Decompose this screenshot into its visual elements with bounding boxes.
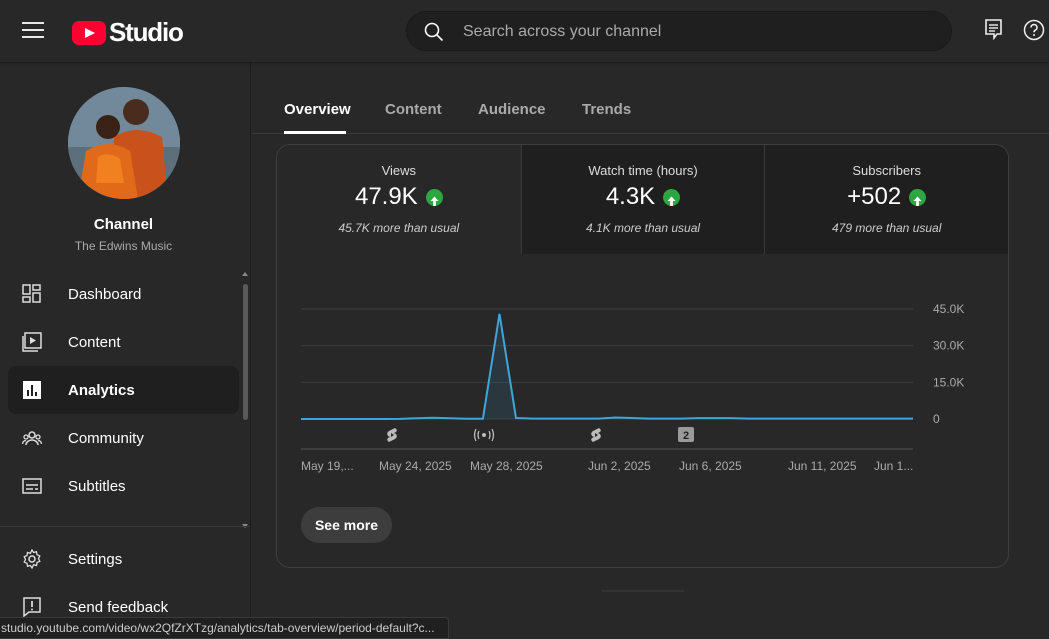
sidebar-item-label: Dashboard xyxy=(68,285,142,303)
metric-label: Watch time (hours) xyxy=(588,163,698,178)
search-input[interactable] xyxy=(463,20,923,44)
sidebar-scroll-thumb[interactable] xyxy=(243,284,248,420)
metric-views[interactable]: Views 47.9K 45.7K more than usual xyxy=(277,145,521,254)
analytics-icon xyxy=(23,381,41,399)
dashboard-icon xyxy=(22,284,41,303)
tab-overview[interactable]: Overview xyxy=(284,101,351,118)
feedback-icon xyxy=(23,597,41,617)
search-box[interactable] xyxy=(406,11,952,51)
y-tick-label: 30.0K xyxy=(933,339,964,353)
sidebar-nav: Dashboard Content Analytics Community Su… xyxy=(8,270,239,510)
sidebar-item-analytics[interactable]: Analytics xyxy=(8,366,239,414)
help-icon[interactable] xyxy=(1023,19,1045,41)
x-tick-label: Jun 6, 2025 xyxy=(679,459,742,473)
see-more-button[interactable]: See more xyxy=(301,507,392,543)
tab-audience[interactable]: Audience xyxy=(478,101,546,118)
shorts-icon xyxy=(591,428,601,442)
hamburger-menu-icon[interactable] xyxy=(22,22,44,40)
sidebar-item-label: Send feedback xyxy=(68,598,169,616)
content-separator xyxy=(602,590,684,592)
metric-subscribers[interactable]: Subscribers +502 479 more than usual xyxy=(764,145,1008,254)
sidebar-item-label: Content xyxy=(68,333,121,351)
y-tick-label: 15.0K xyxy=(933,375,964,389)
x-tick-label: Jun 11, 2025 xyxy=(788,459,857,473)
sidebar: Channel The Edwins Music Dashboard Conte… xyxy=(0,62,251,639)
metric-value: 47.9K xyxy=(354,183,418,210)
search-icon xyxy=(424,22,444,42)
sidebar-item-community[interactable]: Community xyxy=(8,414,239,462)
metric-value-row: +502 xyxy=(765,183,1008,211)
live-icon xyxy=(482,433,486,437)
channel-avatar[interactable] xyxy=(68,87,180,199)
sidebar-item-label: Settings xyxy=(68,550,123,568)
youtube-logo-icon xyxy=(72,20,106,45)
overview-card: Views 47.9K 45.7K more than usual Watch … xyxy=(276,144,1009,568)
top-header: Studio xyxy=(0,0,1049,62)
analytics-tabs: Overview Content Audience Trends xyxy=(252,62,1049,134)
metric-label: Views xyxy=(381,163,417,178)
metric-value: 4.3K xyxy=(605,183,656,210)
active-tab-indicator xyxy=(284,131,346,134)
channel-name: The Edwins Music xyxy=(74,239,173,253)
status-bar-url: studio.youtube.com/video/wx2QfZrXTzg/ana… xyxy=(0,617,449,639)
sidebar-item-content[interactable]: Content xyxy=(8,318,239,366)
logo-text: Studio xyxy=(109,17,184,47)
views-chart: 45.0K 30.0K 15.0K 0 2 May 19,... May 24, 2025 M… xyxy=(301,302,964,473)
gear-icon xyxy=(23,549,41,569)
arrow-up-icon xyxy=(909,188,927,206)
content-icon xyxy=(22,332,42,352)
notes-icon[interactable] xyxy=(984,18,1004,40)
studio-logo[interactable]: Studio xyxy=(72,17,184,48)
marker-count-label: 2 xyxy=(683,430,689,442)
sidebar-item-settings[interactable]: Settings xyxy=(8,535,239,583)
y-tick-label: 0 xyxy=(933,412,940,426)
x-tick-label: May 24, 2025 xyxy=(379,459,452,473)
x-tick-label: May 19,... xyxy=(301,459,354,473)
metric-value-row: 4.3K xyxy=(522,183,765,211)
series-line xyxy=(301,313,913,420)
community-icon xyxy=(22,431,42,446)
metric-value-row: 47.9K xyxy=(277,183,521,211)
metric-note: 479 more than usual xyxy=(831,221,942,235)
arrow-up-icon xyxy=(663,188,681,206)
channel-title: Channel xyxy=(93,216,154,233)
shorts-icon xyxy=(387,428,397,442)
metric-note: 45.7K more than usual xyxy=(338,221,460,235)
x-tick-label: May 28, 2025 xyxy=(470,459,543,473)
sidebar-item-label: Community xyxy=(68,429,144,447)
series-area xyxy=(301,313,913,419)
metric-note: 4.1K more than usual xyxy=(585,221,701,235)
tab-content[interactable]: Content xyxy=(385,101,442,118)
sidebar-item-subtitles[interactable]: Subtitles xyxy=(8,462,239,510)
sidebar-divider xyxy=(0,526,250,527)
metric-watch-time[interactable]: Watch time (hours) 4.3K 4.1K more than u… xyxy=(520,145,765,254)
tab-trends[interactable]: Trends xyxy=(582,101,631,118)
metric-label: Subscribers xyxy=(852,163,921,178)
y-tick-label: 45.0K xyxy=(933,302,964,316)
sidebar-item-label: Analytics xyxy=(68,381,135,399)
sidebar-item-label: Subtitles xyxy=(68,477,126,495)
sidebar-item-dashboard[interactable]: Dashboard xyxy=(8,270,239,318)
arrow-up-icon xyxy=(425,188,443,206)
x-tick-label: Jun 2, 2025 xyxy=(588,459,651,473)
metric-value: +502 xyxy=(847,183,902,210)
subtitles-icon xyxy=(22,478,42,494)
metric-tabs: Views 47.9K 45.7K more than usual Watch … xyxy=(277,145,1008,254)
x-tick-label: Jun 1... xyxy=(874,459,913,473)
